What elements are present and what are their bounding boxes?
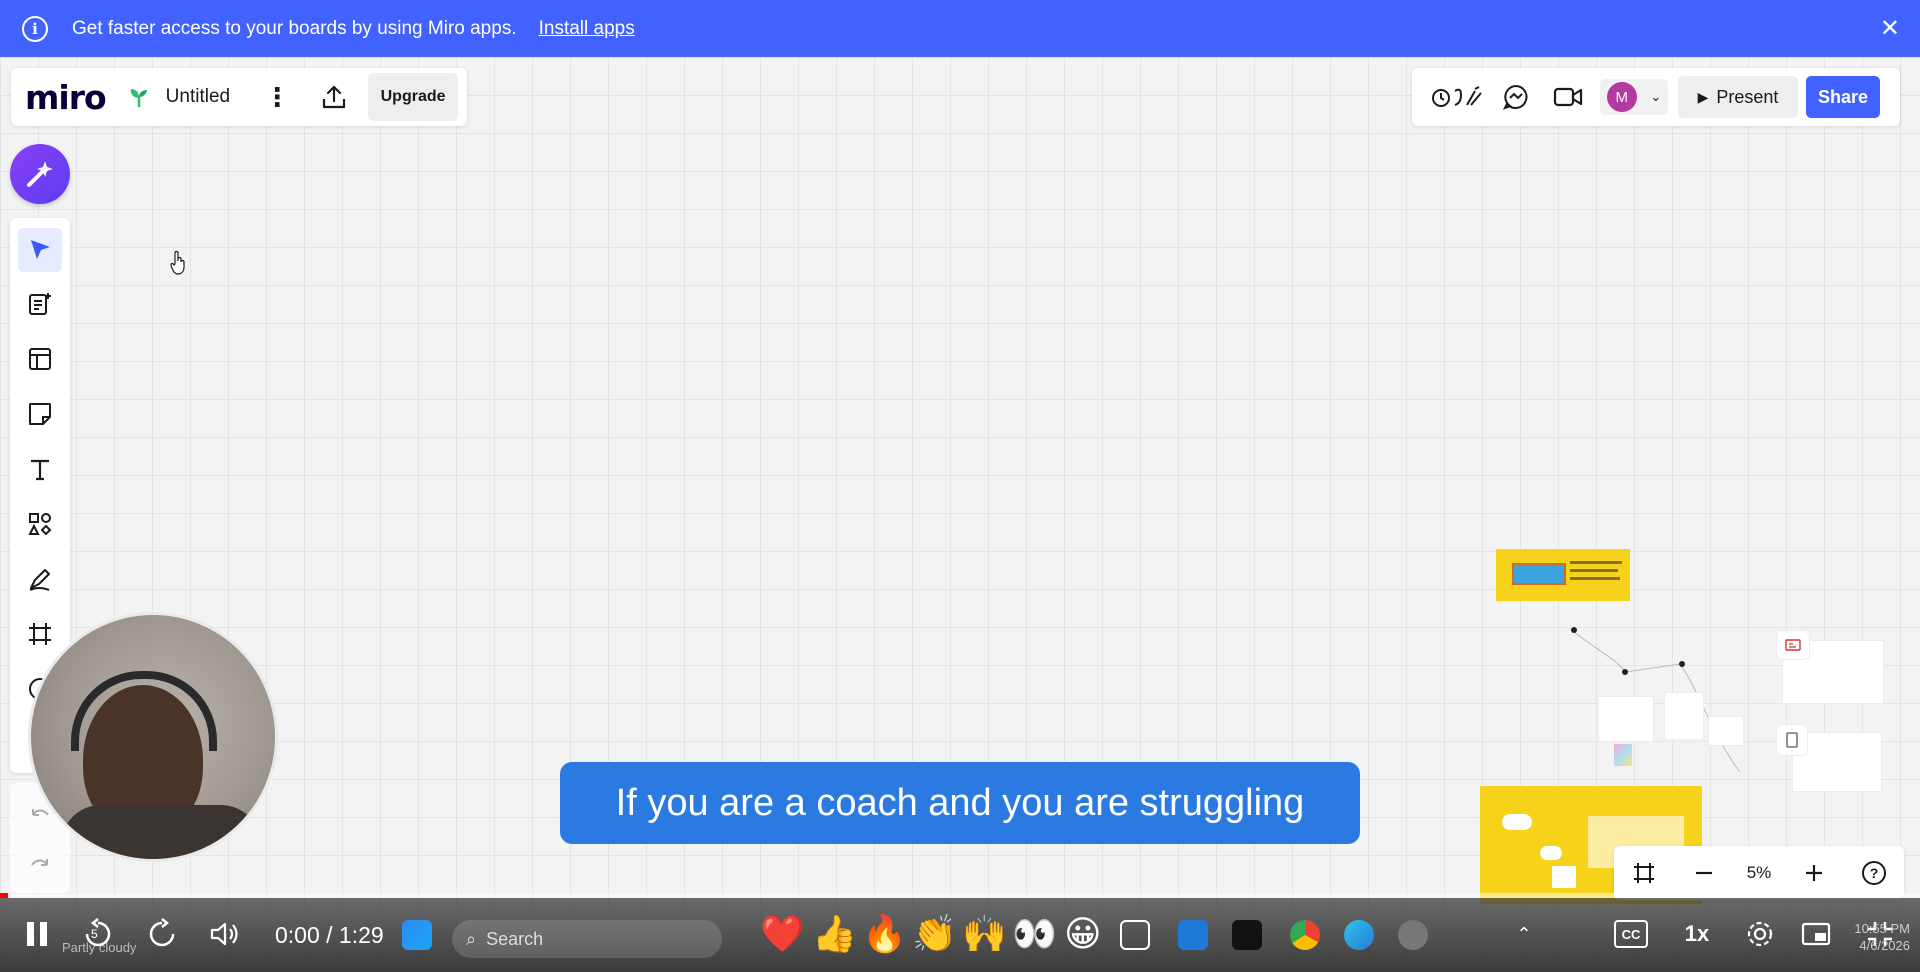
info-icon: i <box>22 15 48 42</box>
board-card[interactable] <box>1598 696 1654 742</box>
export-icon[interactable] <box>320 83 348 111</box>
miro-logo[interactable]: miro <box>25 78 107 117</box>
ai-assist-button[interactable] <box>10 144 70 204</box>
settings-icon[interactable] <box>1742 916 1778 952</box>
svg-text:?: ? <box>1870 865 1879 881</box>
system-clock: 10:55 PM 4/6/2026 <box>1854 920 1910 954</box>
collaboration-toolbar: M ⌄ ▶ Present Share <box>1412 68 1900 126</box>
text-tool[interactable] <box>18 447 62 491</box>
zoom-controls: 5% ? <box>1614 846 1904 900</box>
upgrade-button[interactable]: Upgrade <box>368 73 459 121</box>
board-frame-getting-started[interactable] <box>1496 549 1630 601</box>
text-icon <box>31 459 49 481</box>
zoom-level[interactable]: 5% <box>1747 863 1772 883</box>
board-header: miro Untitled ⋮ Upgrade <box>11 68 467 126</box>
avatar: M <box>1606 82 1637 112</box>
chat-icon[interactable] <box>1498 79 1534 115</box>
pen-tool[interactable] <box>18 557 62 601</box>
board-menu-icon[interactable]: ⋮ <box>264 84 290 110</box>
pause-icon[interactable] <box>22 916 52 952</box>
thumbs-up-reaction-icon[interactable]: 👍 <box>812 916 857 952</box>
rewind-seconds: 5 <box>91 927 98 941</box>
webcam-overlay <box>28 612 278 862</box>
frame-icon <box>29 623 51 645</box>
present-button[interactable]: ▶ Present <box>1678 76 1798 118</box>
taskbar-search[interactable]: ⌕ Search <box>452 920 722 958</box>
sticky-note-tool[interactable] <box>18 392 62 436</box>
pen-icon <box>29 569 50 591</box>
shapes-icon <box>28 513 52 536</box>
heart-reaction-icon[interactable]: ❤️ <box>760 916 805 952</box>
rewind-icon[interactable]: 5 <box>78 916 118 952</box>
files-app-icon[interactable] <box>1178 920 1208 950</box>
close-icon[interactable]: ✕ <box>1880 14 1900 43</box>
edge-app-icon[interactable] <box>1344 920 1374 950</box>
search-placeholder: Search <box>486 928 544 949</box>
board-title[interactable]: Untitled <box>166 86 230 108</box>
hand-cursor-icon <box>170 250 185 275</box>
share-button[interactable]: Share <box>1806 76 1880 118</box>
chevron-up-icon[interactable]: ⌃ <box>1512 916 1536 952</box>
document-add-icon <box>29 293 51 315</box>
video-call-icon[interactable] <box>1550 79 1586 115</box>
play-icon: ▶ <box>1697 88 1709 105</box>
video-player-controls: Partly cloudy 5 0:00 / 1:29 ⌕ Search ❤️ … <box>0 898 1920 972</box>
tiktok-app-icon[interactable] <box>1232 920 1262 950</box>
board-card[interactable] <box>1664 692 1704 740</box>
comment-add-icon[interactable] <box>1120 920 1150 950</box>
sprout-icon <box>130 89 147 107</box>
banner-message: Get faster access to your boards by usin… <box>72 17 517 39</box>
shapes-tool[interactable] <box>18 502 62 546</box>
clock-time: 10:55 PM <box>1854 921 1910 936</box>
eyes-reaction-icon[interactable]: 👀 <box>1012 916 1057 952</box>
closed-captions-button[interactable]: CC <box>1614 920 1648 948</box>
card-widget-icon[interactable] <box>1776 630 1810 660</box>
video-caption: If you are a coach and you are strugglin… <box>560 762 1360 844</box>
sticky-note-cluster[interactable] <box>1614 744 1632 766</box>
presenter-shoulders <box>61 805 261 859</box>
help-icon[interactable]: ? <box>1856 855 1892 891</box>
clap-reaction-icon[interactable]: 👏 <box>912 916 957 952</box>
miniplayer-icon[interactable] <box>1798 916 1834 952</box>
headphones <box>71 671 217 751</box>
chrome-app-icon[interactable] <box>1290 920 1320 950</box>
install-apps-link[interactable]: Install apps <box>539 18 635 40</box>
app-icon[interactable] <box>1398 920 1428 950</box>
user-menu[interactable]: M ⌄ <box>1600 79 1668 115</box>
select-tool[interactable] <box>18 228 62 272</box>
emoji-picker-icon[interactable]: 😀 <box>1064 916 1102 952</box>
playback-speed-button[interactable]: 1x <box>1680 916 1714 952</box>
cursor-icon <box>31 240 50 259</box>
redo-icon[interactable] <box>18 843 62 887</box>
forward-icon[interactable] <box>142 916 182 952</box>
fire-reaction-icon[interactable]: 🔥 <box>862 916 907 952</box>
search-icon: ⌕ <box>466 928 477 949</box>
present-label: Present <box>1716 86 1779 107</box>
frame-tool[interactable] <box>18 612 62 656</box>
zoom-out-icon[interactable] <box>1686 855 1722 891</box>
raised-hands-reaction-icon[interactable]: 🙌 <box>962 916 1007 952</box>
layout-icon <box>29 348 51 370</box>
video-time: 0:00 / 1:29 <box>275 922 384 948</box>
document-widget-icon[interactable] <box>1776 724 1808 756</box>
templates-tool[interactable] <box>18 282 62 326</box>
chevron-down-icon: ⌄ <box>1650 89 1662 104</box>
reactions-icon[interactable] <box>1430 79 1486 115</box>
frame-templates-tool[interactable] <box>18 337 62 381</box>
fit-to-screen-icon[interactable] <box>1626 855 1662 891</box>
board-card[interactable] <box>1708 716 1744 746</box>
sparkle-icon <box>27 161 53 187</box>
clock-date: 4/6/2026 <box>1859 938 1910 953</box>
windows-start-icon[interactable] <box>402 920 432 950</box>
zoom-in-icon[interactable] <box>1796 855 1832 891</box>
board-connectors <box>1571 627 1741 773</box>
volume-icon[interactable] <box>205 916 245 952</box>
install-apps-banner: i Get faster access to your boards by us… <box>0 0 1920 57</box>
sticky-note-icon <box>29 403 51 425</box>
